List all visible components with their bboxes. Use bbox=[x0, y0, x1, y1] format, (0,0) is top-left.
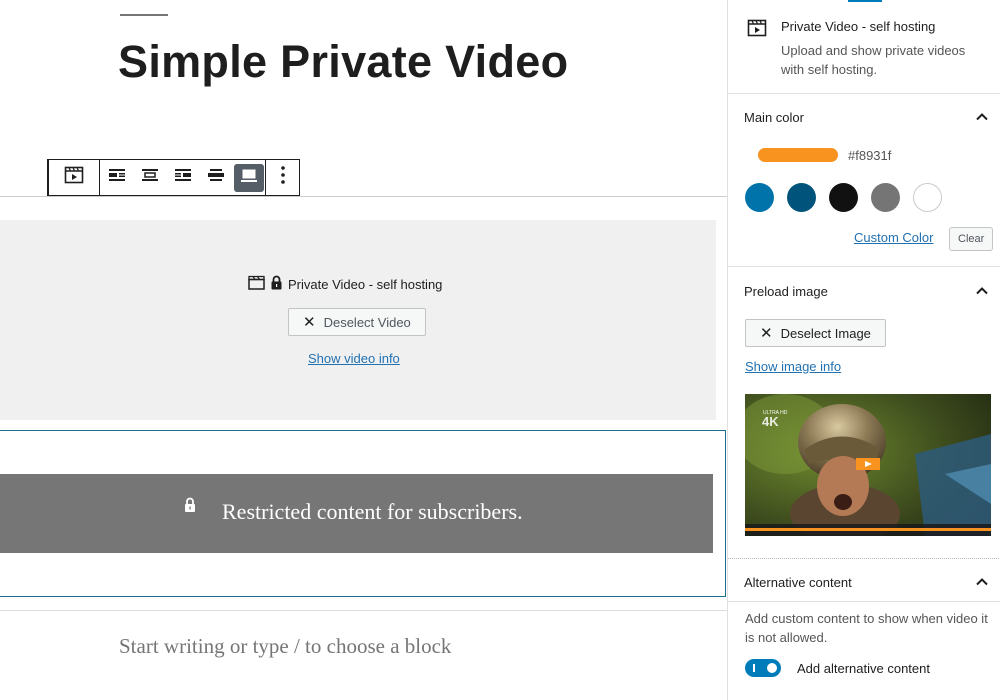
align-center-icon bbox=[141, 168, 159, 187]
panel-divider bbox=[728, 266, 1000, 267]
more-options-group bbox=[265, 160, 299, 195]
show-image-info-link[interactable]: Show image info bbox=[745, 359, 841, 374]
paragraph-placeholder[interactable]: Start writing or type / to choose a bloc… bbox=[119, 634, 451, 659]
preload-image-picture: ULTRA HD 4K bbox=[745, 394, 991, 536]
block-toolbar bbox=[47, 159, 300, 196]
toggle-knob bbox=[767, 663, 777, 673]
image-badge-4k: 4K bbox=[762, 414, 779, 429]
alternative-content-toggle[interactable] bbox=[745, 659, 781, 677]
post-title[interactable]: Simple Private Video bbox=[118, 36, 568, 88]
restricted-content-text: Restricted content for subscribers. bbox=[222, 499, 523, 524]
video-block-label: Private Video - self hosting bbox=[248, 275, 442, 293]
custom-color-link[interactable]: Custom Color bbox=[854, 230, 933, 245]
block-type-button[interactable] bbox=[49, 160, 99, 195]
clapperboard-icon bbox=[248, 275, 265, 293]
current-color-preview bbox=[758, 148, 838, 162]
more-vertical-icon bbox=[280, 166, 285, 189]
align-right-icon bbox=[174, 168, 192, 187]
block-card-description: Upload and show private videos with self… bbox=[781, 43, 966, 77]
video-block-icon bbox=[64, 166, 84, 189]
alternative-content-toggle-label: Add alternative content bbox=[797, 661, 930, 676]
alternative-content-panel-toggle[interactable]: Alternative content bbox=[728, 558, 1000, 606]
color-swatch-blue[interactable] bbox=[745, 183, 774, 212]
panel-divider bbox=[728, 601, 1000, 602]
block-type-group bbox=[49, 160, 99, 195]
editor-canvas: Simple Private Video Private Video - sel… bbox=[0, 0, 727, 700]
align-left-icon bbox=[108, 168, 126, 187]
close-icon: ✕ bbox=[303, 314, 316, 331]
color-swatch-gray[interactable] bbox=[871, 183, 900, 212]
color-swatch-black[interactable] bbox=[829, 183, 858, 212]
title-separator bbox=[120, 14, 168, 16]
preload-image-title: Preload image bbox=[744, 284, 828, 299]
chevron-up-icon bbox=[975, 575, 989, 594]
close-icon: ✕ bbox=[760, 325, 773, 342]
color-swatch-white[interactable] bbox=[913, 183, 942, 212]
toolbar-divider bbox=[0, 196, 727, 197]
block-card-title: Private Video - self hosting bbox=[781, 19, 936, 34]
align-left-button[interactable] bbox=[100, 160, 133, 195]
deselect-image-button[interactable]: ✕ Deselect Image bbox=[745, 319, 886, 347]
deselect-image-label: Deselect Image bbox=[780, 325, 871, 341]
more-options-button[interactable] bbox=[266, 160, 299, 195]
full-width-icon bbox=[240, 168, 257, 187]
deselect-video-label: Deselect Video bbox=[323, 314, 411, 330]
block-separator bbox=[0, 610, 727, 611]
preload-image-thumbnail[interactable]: ULTRA HD 4K bbox=[745, 394, 991, 536]
color-swatch-dark-blue[interactable] bbox=[787, 183, 816, 212]
lock-icon bbox=[270, 275, 283, 293]
alternative-content-description: Add custom content to show when video it… bbox=[745, 611, 988, 645]
deselect-video-button[interactable]: ✕ Deselect Video bbox=[288, 308, 426, 336]
video-block-title: Private Video - self hosting bbox=[288, 276, 443, 292]
preload-image-panel-toggle[interactable]: Preload image bbox=[728, 268, 1000, 316]
chevron-up-icon bbox=[975, 284, 989, 303]
alternative-content-title: Alternative content bbox=[744, 575, 852, 590]
wide-width-icon bbox=[207, 168, 225, 187]
main-color-title: Main color bbox=[744, 110, 804, 125]
align-right-button[interactable] bbox=[166, 160, 199, 195]
current-color-hex: #f8931f bbox=[848, 148, 892, 163]
align-center-button[interactable] bbox=[133, 160, 166, 195]
settings-sidebar: Private Video - self hosting Upload and … bbox=[727, 0, 1000, 700]
block-card: Private Video - self hosting Upload and … bbox=[728, 0, 1000, 94]
toggle-on-mark bbox=[753, 664, 755, 672]
lock-icon bbox=[183, 497, 197, 518]
main-color-panel-toggle[interactable]: Main color bbox=[728, 94, 1000, 142]
clear-color-button[interactable]: Clear bbox=[949, 227, 994, 251]
full-width-button[interactable] bbox=[232, 160, 265, 195]
show-video-info-link[interactable]: Show video info bbox=[308, 351, 400, 366]
alignment-group bbox=[99, 160, 265, 195]
wide-width-button[interactable] bbox=[199, 160, 232, 195]
video-block-icon bbox=[747, 19, 767, 42]
chevron-up-icon bbox=[975, 110, 989, 129]
